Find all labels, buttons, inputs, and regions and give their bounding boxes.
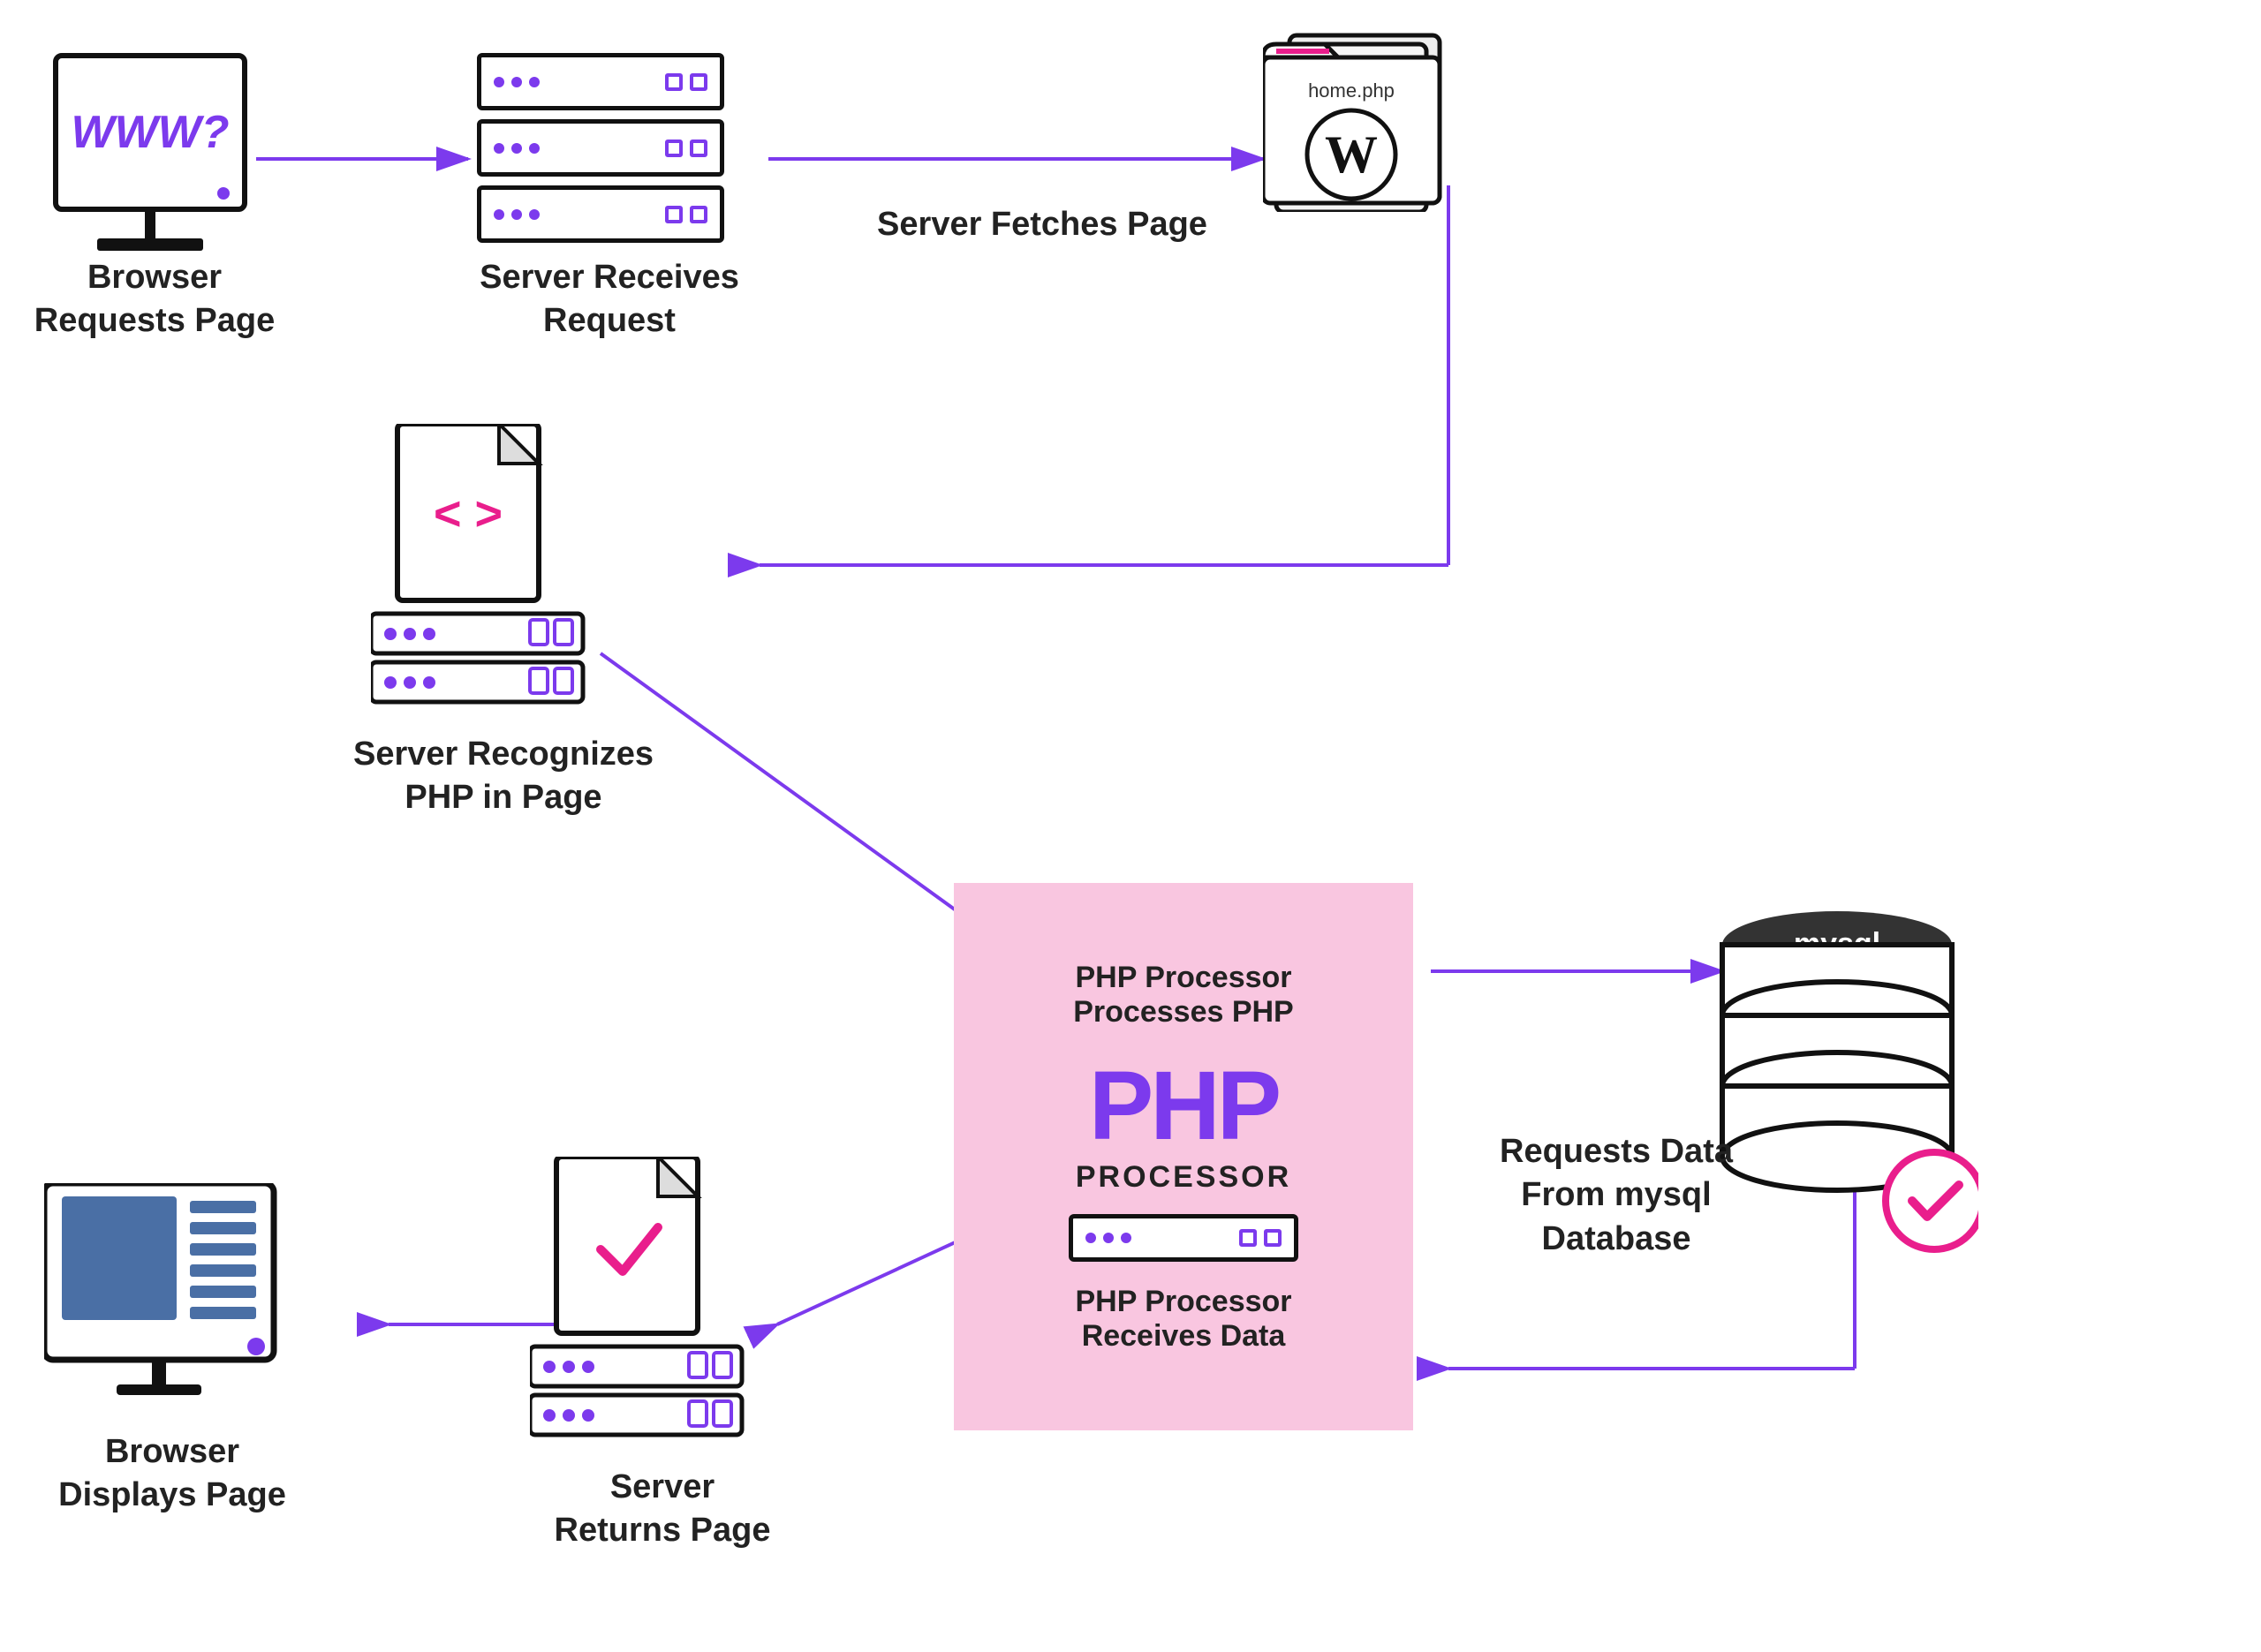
- server-receives-icon: [477, 53, 724, 243]
- browser-requests-label: Browser Requests Page: [26, 256, 283, 343]
- svg-text:home.php: home.php: [1308, 79, 1395, 102]
- server-recognizes-php-icon: < >: [371, 424, 618, 711]
- browser-displays-icon: [44, 1183, 291, 1399]
- php-processes-label: PHP ProcessorProcesses PHP: [1073, 961, 1294, 1030]
- requests-data-label: Requests DataFrom mysql Database: [1448, 1130, 1784, 1261]
- php-big-text: PHP: [1089, 1058, 1278, 1155]
- php-processor-text: PROCESSOR: [1076, 1160, 1291, 1195]
- www-text: WWW?: [71, 106, 229, 159]
- svg-text:< >: < >: [434, 487, 503, 540]
- server-returns-label: ServerReturns Page: [530, 1466, 795, 1553]
- php-processor-box: PHP ProcessorProcesses PHP PHP PROCESSOR…: [954, 883, 1413, 1430]
- server-recognizes-label: Server RecognizesPHP in Page: [336, 733, 671, 820]
- wordpress-folder-icon: home.php W: [1263, 26, 1466, 216]
- server-returns-icon: [530, 1157, 777, 1444]
- server-fetches-label: Server Fetches Page: [848, 203, 1236, 246]
- svg-text:W: W: [1325, 125, 1378, 184]
- php-receives-label: PHP ProcessorReceives Data: [1075, 1285, 1291, 1354]
- browser-displays-label: BrowserDisplays Page: [44, 1430, 300, 1518]
- server-receives-label: Server ReceivesRequest: [477, 256, 742, 343]
- browser-icon: WWW?: [53, 53, 247, 251]
